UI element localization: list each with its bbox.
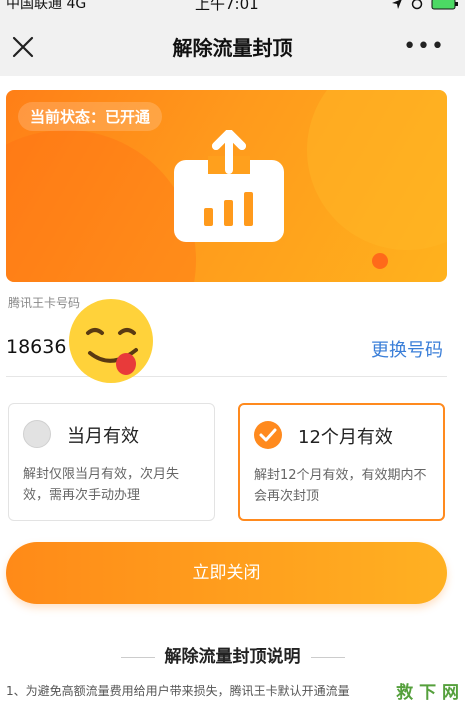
more-icon[interactable]: ••• — [403, 34, 445, 59]
status-icons — [391, 0, 459, 10]
traffic-unlock-icon — [174, 130, 284, 242]
alarm-icon — [411, 0, 423, 10]
section-heading: 解除流量封顶说明 — [0, 642, 465, 667]
radio-unchecked-icon[interactable] — [23, 420, 51, 448]
clock-label: 上午7:01 — [195, 0, 259, 13]
location-icon — [392, 0, 402, 9]
carousel-dot — [372, 253, 388, 269]
section-title: 解除流量封顶说明 — [164, 647, 301, 667]
change-number-link[interactable]: 更换号码 — [371, 336, 443, 362]
divider — [120, 656, 155, 658]
page-title: 解除流量封顶 — [172, 36, 293, 60]
carrier-label: 中国联通 4G — [6, 0, 87, 12]
banner-decoration — [307, 90, 447, 250]
option-title: 当月有效 — [67, 426, 139, 447]
nav-bar: 解除流量封顶 ••• — [0, 14, 465, 76]
option-description: 解封仅限当月有效，次月失效，需再次手动办理 — [23, 467, 180, 503]
option-12-months[interactable]: 12个月有效 解封12个月有效，有效期内不会再次封顶 — [238, 403, 445, 521]
status-bar: 中国联通 4G 上午7:01 — [0, 0, 465, 14]
smiley-emoji-icon — [69, 299, 153, 383]
phone-number: 18636 — [6, 336, 67, 358]
watermark-logo: 救 下 网 — [396, 683, 459, 703]
option-description: 解封12个月有效，有效期内不会再次封顶 — [254, 468, 427, 504]
divider — [310, 656, 345, 658]
checkmark-icon — [259, 428, 277, 442]
main-content: 当前状态：已开通 腾讯王卡号码 18636 更换号码 当月有效 解封仅限当月有效… — [0, 76, 465, 705]
status-banner: 当前状态：已开通 — [6, 90, 447, 282]
option-current-month[interactable]: 当月有效 解封仅限当月有效，次月失效，需再次手动办理 — [8, 403, 215, 521]
section-text: 1、为避免高额流量费用给用户带来损失，腾讯王卡默认开通流量 — [6, 684, 350, 698]
battery-icon — [431, 0, 458, 10]
radio-checked-icon[interactable] — [254, 421, 282, 449]
option-title: 12个月有效 — [298, 427, 393, 448]
close-now-button[interactable]: 立即关闭 — [6, 542, 447, 604]
status-label: 当前状态：已开通 — [18, 102, 163, 131]
